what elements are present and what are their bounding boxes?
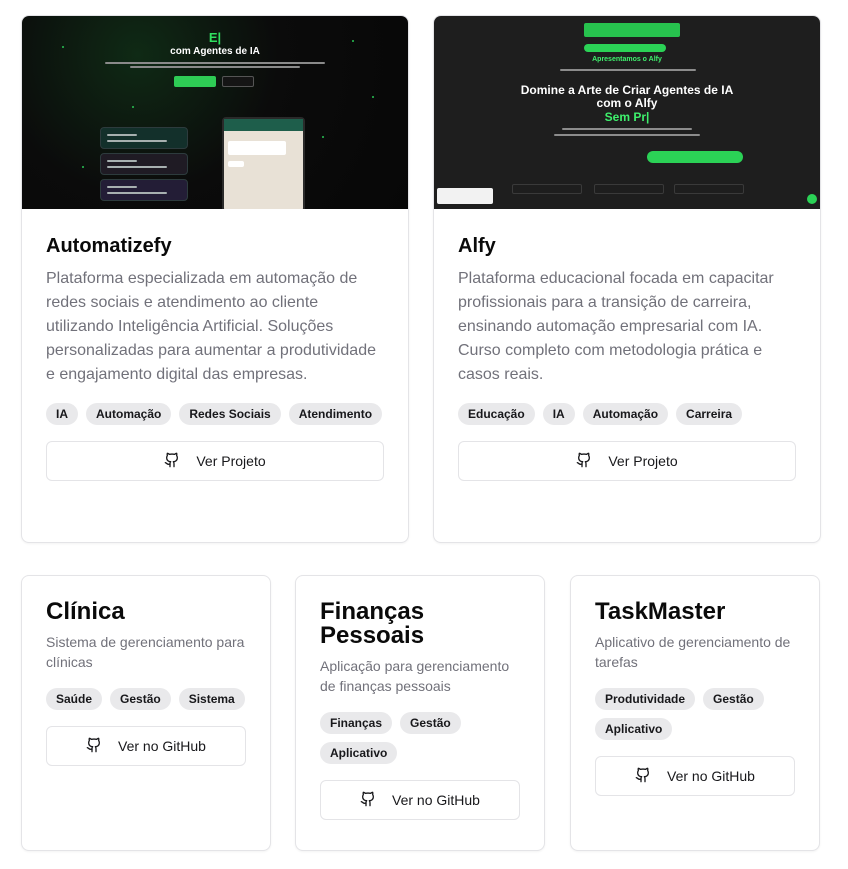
screenshot-headline: com Agentes de IA [170, 46, 260, 57]
repo-card-taskmaster: TaskMaster Aplicativo de gerenciamento d… [570, 575, 820, 851]
tag: Gestão [400, 712, 461, 734]
tag: Gestão [110, 688, 171, 710]
tag: Produtividade [595, 688, 696, 710]
tag-list: Produtividade Gestão Aplicativo [595, 688, 795, 740]
view-on-github-button[interactable]: Ver no GitHub [595, 756, 795, 796]
screenshot-typed-text: Sem Pr| [604, 110, 650, 124]
repo-title: TaskMaster [595, 598, 726, 625]
tag: Saúde [46, 688, 103, 710]
repo-description: Sistema de gerenciamento para clínicas [46, 634, 245, 670]
screenshot-small-title: Apresentamos o Alfy [592, 56, 662, 63]
github-icon [86, 737, 102, 756]
view-on-github-button[interactable]: Ver no GitHub [320, 780, 520, 820]
project-description: Plataforma especializada em automação de… [46, 270, 376, 383]
view-project-button[interactable]: Ver Projeto [46, 441, 384, 481]
tag: Aplicativo [320, 742, 398, 764]
github-icon [635, 767, 651, 786]
repo-card-financas-pessoais: Finanças Pessoais Aplicação para gerenci… [295, 575, 545, 851]
tag-list: Educação IA Automação Carreira [458, 403, 796, 425]
project-screenshot-alfy[interactable]: Apresentamos o Alfy Domine a Arte de Cri… [434, 16, 820, 209]
button-label: Ver no GitHub [392, 792, 480, 808]
tag: Atendimento [288, 403, 383, 425]
github-icon [164, 452, 180, 471]
github-icon [576, 452, 592, 471]
button-label: Ver no GitHub [667, 768, 755, 784]
project-card-alfy: Apresentamos o Alfy Domine a Arte de Cri… [433, 15, 821, 543]
tag: Automação [582, 403, 669, 425]
view-project-button[interactable]: Ver Projeto [458, 441, 796, 481]
github-icon [360, 791, 376, 810]
button-label: Ver Projeto [196, 453, 266, 469]
project-card-automatizefy: E| com Agentes de IA Automatizefy Plataf… [21, 15, 409, 543]
button-label: Ver no GitHub [118, 738, 206, 754]
tag: Educação [458, 403, 535, 425]
tag: Carreira [676, 403, 743, 425]
tag-list: IA Automação Redes Sociais Atendimento [46, 403, 384, 425]
button-label: Ver Projeto [608, 453, 678, 469]
repo-title: Finanças Pessoais [320, 598, 425, 649]
screenshot-logo: E| [208, 30, 222, 45]
tag: Aplicativo [595, 718, 673, 740]
project-screenshot-automatizefy[interactable]: E| com Agentes de IA [22, 16, 408, 209]
tag: Gestão [703, 688, 764, 710]
repo-card-clinica: Clínica Sistema de gerenciamento para cl… [21, 575, 271, 851]
tag-list: Finanças Gestão Aplicativo [320, 712, 520, 764]
tag: Sistema [178, 688, 245, 710]
tag: IA [542, 403, 575, 425]
tag-list: Saúde Gestão Sistema [46, 688, 246, 710]
repo-title: Clínica [46, 598, 125, 625]
view-on-github-button[interactable]: Ver no GitHub [46, 726, 246, 766]
tag: Redes Sociais [179, 403, 281, 425]
screenshot-headline: Domine a Arte de Criar Agentes de IA com… [520, 83, 734, 110]
repo-description: Aplicação para gerenciamento de finanças… [320, 658, 510, 694]
tag: IA [46, 403, 78, 425]
tag: Automação [86, 403, 172, 425]
project-title: Alfy [458, 235, 496, 257]
tag: Finanças [320, 712, 393, 734]
project-description: Plataforma educacional focada em capacit… [458, 270, 774, 383]
repo-description: Aplicativo de gerenciamento de tarefas [595, 634, 791, 670]
project-title: Automatizefy [46, 235, 172, 257]
